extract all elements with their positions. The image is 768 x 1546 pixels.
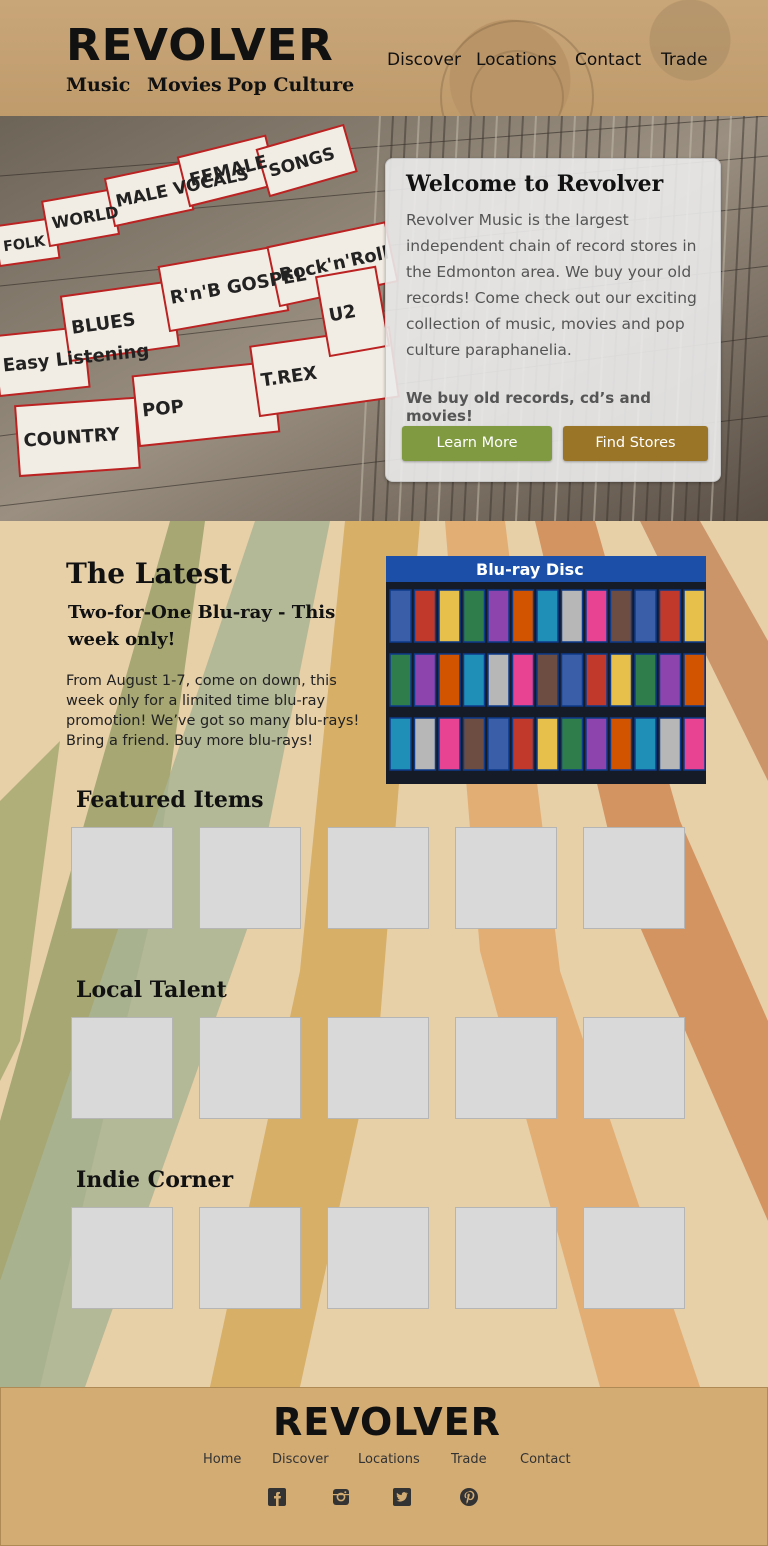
footer-link-locations[interactable]: Locations <box>358 1452 420 1467</box>
bluray-cover <box>560 589 584 643</box>
category-music[interactable]: Music <box>66 74 130 96</box>
site-header: REVOLVER Music Movies Pop Culture Discov… <box>0 0 768 174</box>
main-content: The Latest Two-for-One Blu-ray - This we… <box>0 521 768 1387</box>
bluray-cover <box>536 717 559 771</box>
local-talent-tile[interactable] <box>583 1017 685 1119</box>
learn-more-button[interactable]: Learn More <box>402 426 552 461</box>
bluray-cover <box>389 653 412 707</box>
site-logo[interactable]: REVOLVER <box>66 22 334 70</box>
footer-link-contact[interactable]: Contact <box>520 1452 571 1467</box>
bluray-cover <box>438 653 461 707</box>
bluray-cover <box>634 717 657 771</box>
indie-corner-tile[interactable] <box>71 1207 173 1309</box>
welcome-buy-text: We buy old records, cd’s and movies! <box>406 389 651 425</box>
pinterest-icon[interactable] <box>460 1488 478 1506</box>
bluray-cover <box>389 589 412 643</box>
footer-link-trade[interactable]: Trade <box>451 1452 487 1467</box>
local-talent-tile[interactable] <box>71 1017 173 1119</box>
bluray-cover <box>683 589 706 643</box>
bluray-cover <box>462 589 486 643</box>
bluray-cover <box>683 653 706 707</box>
local-talent-tile[interactable] <box>199 1017 301 1119</box>
bluray-banner-text: Blu-ray Disc <box>476 560 584 579</box>
nav-discover[interactable]: Discover <box>387 50 461 70</box>
twitter-icon[interactable] <box>393 1488 411 1506</box>
featured-item-tile[interactable] <box>327 827 429 929</box>
welcome-text: Revolver Music is the largest independen… <box>406 211 697 359</box>
featured-item-tile[interactable] <box>199 827 301 929</box>
bluray-cover <box>658 589 682 643</box>
hero-banner: FOLK WORLD MALE VOCALS FEMALE SONGS Easy List… <box>0 116 768 521</box>
bluray-cover <box>560 717 584 771</box>
bluray-cover <box>462 717 486 771</box>
find-stores-button[interactable]: Find Stores <box>563 426 708 461</box>
latest-text: From August 1-7, come on down, this week… <box>66 673 360 749</box>
footer-link-discover[interactable]: Discover <box>272 1452 329 1467</box>
bluray-cover <box>487 589 510 643</box>
bluray-cover <box>511 653 535 707</box>
indie-corner-tile[interactable] <box>583 1207 685 1309</box>
nav-trade[interactable]: Trade <box>661 50 708 70</box>
site-footer: REVOLVER Home Discover Locations Trade C… <box>0 1387 768 1546</box>
bluray-cover <box>511 717 535 771</box>
bluray-cover <box>609 589 633 643</box>
bluray-cover <box>658 653 682 707</box>
bluray-cover <box>658 717 682 771</box>
bluray-cover <box>536 653 559 707</box>
bluray-cover <box>389 717 412 771</box>
bluray-shelf-photo: Blu-ray Disc <box>386 556 706 784</box>
bluray-cover <box>511 589 535 643</box>
latest-title: The Latest <box>66 557 233 590</box>
footer-logo[interactable]: REVOLVER <box>273 1400 501 1444</box>
nav-contact[interactable]: Contact <box>575 50 641 70</box>
bluray-cover <box>609 717 633 771</box>
bluray-cover <box>560 653 584 707</box>
bluray-cover <box>609 653 633 707</box>
featured-item-tile[interactable] <box>583 827 685 929</box>
bluray-cover <box>634 653 657 707</box>
bluray-cover <box>487 653 510 707</box>
bluray-cover <box>585 717 608 771</box>
bluray-cover <box>536 589 559 643</box>
latest-subtitle: Two-for-One Blu-ray - This week only! <box>68 602 336 650</box>
bluray-cover <box>438 717 461 771</box>
local-talent-tile[interactable] <box>455 1017 557 1119</box>
bluray-cover <box>413 717 437 771</box>
bluray-cover <box>413 653 437 707</box>
bin-divider-label: POP <box>141 396 185 421</box>
bluray-cover <box>462 653 486 707</box>
featured-items-title: Featured Items <box>76 787 264 813</box>
instagram-icon[interactable] <box>332 1488 350 1506</box>
welcome-title: Welcome to Revolver <box>406 171 664 197</box>
bluray-cover <box>413 589 437 643</box>
indie-corner-title: Indie Corner <box>76 1167 234 1193</box>
bluray-cover <box>487 717 510 771</box>
nav-locations[interactable]: Locations <box>476 50 557 70</box>
bluray-cover <box>585 589 608 643</box>
category-pop-culture[interactable]: Pop Culture <box>227 74 354 96</box>
indie-corner-tile[interactable] <box>199 1207 301 1309</box>
indie-corner-tile[interactable] <box>327 1207 429 1309</box>
local-talent-title: Local Talent <box>76 977 227 1003</box>
bluray-cover <box>683 717 706 771</box>
category-movies[interactable]: Movies <box>147 74 222 96</box>
bluray-cover <box>438 589 461 643</box>
facebook-icon[interactable] <box>268 1488 286 1506</box>
footer-link-home[interactable]: Home <box>203 1452 241 1467</box>
bluray-cover <box>634 589 657 643</box>
welcome-card: Welcome to Revolver Revolver Music is th… <box>385 158 721 482</box>
featured-item-tile[interactable] <box>455 827 557 929</box>
indie-corner-tile[interactable] <box>455 1207 557 1309</box>
bluray-cover <box>585 653 608 707</box>
featured-item-tile[interactable] <box>71 827 173 929</box>
local-talent-tile[interactable] <box>327 1017 429 1119</box>
